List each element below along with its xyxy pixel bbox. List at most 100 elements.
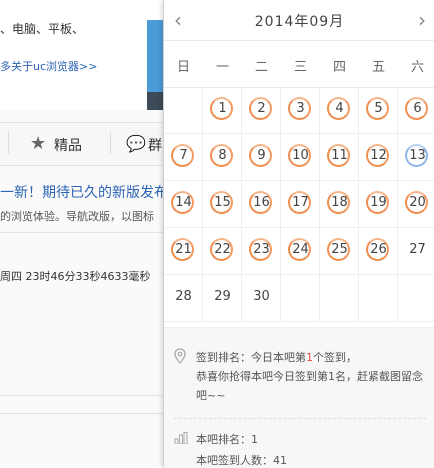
chevron-right-icon[interactable]: › <box>418 8 426 32</box>
day-number: 10 <box>292 148 309 163</box>
day-number: 12 <box>370 148 387 163</box>
day-number: 19 <box>370 195 387 210</box>
calendar-day-cell[interactable]: 30 <box>242 275 281 322</box>
calendar-day-cell[interactable]: 25 <box>320 228 359 275</box>
calendar-day-cell[interactable]: 20 <box>398 181 434 228</box>
tab-divider <box>8 132 9 154</box>
day-number: 15 <box>214 195 231 210</box>
calendar-empty-cell <box>398 275 434 322</box>
post-title-link[interactable]: 一新！期待已久的新版发布 <box>0 182 168 202</box>
day-number: 24 <box>292 242 309 257</box>
day-number: 26 <box>370 242 387 257</box>
post-divider <box>0 395 165 396</box>
day-number: 5 <box>374 101 383 116</box>
post-timestamp: 周四 23时46分33秒4633毫秒 <box>0 270 151 283</box>
day-number: 21 <box>175 242 192 257</box>
day-number: 25 <box>331 242 348 257</box>
signin-rank-text: 签到排名：今日本吧第1个签到， 恭喜你抢得本吧今日签到第1名，赶紧截图留念吧~~ <box>196 348 426 405</box>
location-pin-icon <box>174 348 186 364</box>
calendar-day-cell[interactable]: 19 <box>359 181 398 228</box>
day-number: 29 <box>214 289 231 304</box>
calendar-day-cell[interactable]: 7 <box>164 134 203 181</box>
calendar-day-cell[interactable]: 1 <box>203 87 242 134</box>
calendar-day-cell[interactable]: 2 <box>242 87 281 134</box>
day-number: 13 <box>409 148 426 163</box>
calendar-day-cell[interactable]: 4 <box>320 87 359 134</box>
calendar-day-cell[interactable]: 21 <box>164 228 203 275</box>
calendar-day-cell[interactable]: 18 <box>320 181 359 228</box>
day-number: 9 <box>257 148 266 163</box>
day-number: 22 <box>214 242 231 257</box>
calendar-empty-cell <box>320 275 359 322</box>
day-number: 23 <box>253 242 270 257</box>
calendar-day-cell[interactable]: 22 <box>203 228 242 275</box>
bar-signin-count: 本吧签到人数：41 <box>196 454 287 467</box>
chat-bubble-icon: 💬 <box>126 134 146 153</box>
calendar-day-cell[interactable]: 9 <box>242 134 281 181</box>
calendar-day-cell[interactable]: 24 <box>281 228 320 275</box>
day-number: 8 <box>218 148 227 163</box>
calendar-day-cell[interactable]: 28 <box>164 275 203 322</box>
bar-rank-text: 本吧排名：1 <box>196 433 258 446</box>
calendar-day-cell[interactable]: 26 <box>359 228 398 275</box>
rank-suffix: 个签到， <box>313 351 357 364</box>
bar-chart-icon <box>174 432 188 444</box>
weekday-label: 四 <box>332 60 346 75</box>
calendar-day-cell[interactable]: 29 <box>203 275 242 322</box>
rank-number: 1 <box>306 351 313 364</box>
weekday-label: 六 <box>410 60 424 75</box>
calendar-day-cell[interactable]: 3 <box>281 87 320 134</box>
calendar-day-cell[interactable]: 17 <box>281 181 320 228</box>
day-number: 11 <box>331 148 348 163</box>
day-number: 18 <box>331 195 348 210</box>
day-number: 30 <box>253 289 270 304</box>
month-title: 2014年09月 <box>254 14 345 30</box>
calendar-empty-cell <box>164 87 203 134</box>
post-divider <box>0 232 165 233</box>
rank-prefix: 签到排名：今日本吧第 <box>196 351 306 364</box>
tab-divider <box>110 132 111 154</box>
calendar-empty-cell <box>281 275 320 322</box>
calendar-day-cell[interactable]: 11 <box>320 134 359 181</box>
day-number: 27 <box>409 242 426 257</box>
rank-congrats: 恭喜你抢得本吧今日签到第1名，赶紧截图留念吧~~ <box>196 370 423 402</box>
tab-group[interactable]: 群 <box>148 135 162 155</box>
calendar-day-cell[interactable]: 15 <box>203 181 242 228</box>
day-number: 14 <box>175 195 192 210</box>
weekday-label: 一 <box>215 60 229 75</box>
signin-info-panel: 签到排名：今日本吧第1个签到， 恭喜你抢得本吧今日签到第1名，赶紧截图留念吧~~… <box>164 327 434 468</box>
calendar-day-cell[interactable]: 23 <box>242 228 281 275</box>
calendar-day-cell[interactable]: 16 <box>242 181 281 228</box>
calendar-day-cell[interactable]: 10 <box>281 134 320 181</box>
calendar-day-cell[interactable]: 13 <box>398 134 434 181</box>
calendar-day-cell[interactable]: 14 <box>164 181 203 228</box>
day-number: 17 <box>292 195 309 210</box>
day-number: 28 <box>175 289 192 304</box>
post-divider <box>0 413 165 414</box>
day-number: 4 <box>335 101 344 116</box>
weekday-label: 三 <box>293 60 307 75</box>
weekday-header-row: 日一二三四五六 <box>164 40 434 88</box>
calendar-header: ‹ 2014年09月 › <box>164 0 434 40</box>
signin-calendar-popup: ‹ 2014年09月 › 日一二三四五六 1 2 3 4 5 6 7 8 9 10 11 12 13 14… <box>163 0 434 468</box>
calendar-day-grid: 1 2 3 4 5 6 7 8 9 10 11 12 13 14 15 16 17 18 19 20 21 22 23 24 2… <box>164 87 434 327</box>
calendar-day-cell[interactable]: 6 <box>398 87 434 134</box>
day-number: 3 <box>296 101 305 116</box>
calendar-day-cell[interactable]: 5 <box>359 87 398 134</box>
tab-good-posts[interactable]: 精品 <box>54 135 82 155</box>
day-number: 20 <box>409 195 426 210</box>
day-number: 7 <box>179 148 188 163</box>
star-icon: ★ <box>30 133 47 154</box>
day-number: 2 <box>257 101 266 116</box>
calendar-day-cell[interactable]: 8 <box>203 134 242 181</box>
day-number: 6 <box>413 101 422 116</box>
calendar-day-cell[interactable]: 12 <box>359 134 398 181</box>
calendar-day-cell[interactable]: 27 <box>398 228 434 275</box>
weekday-label: 五 <box>371 60 385 75</box>
about-uc-link[interactable]: 多关于uc浏览器>> <box>0 58 97 74</box>
info-divider <box>174 418 426 420</box>
weekday-label: 二 <box>254 60 268 75</box>
calendar-empty-cell <box>359 275 398 322</box>
day-number: 16 <box>253 195 270 210</box>
day-number: 1 <box>218 101 227 116</box>
